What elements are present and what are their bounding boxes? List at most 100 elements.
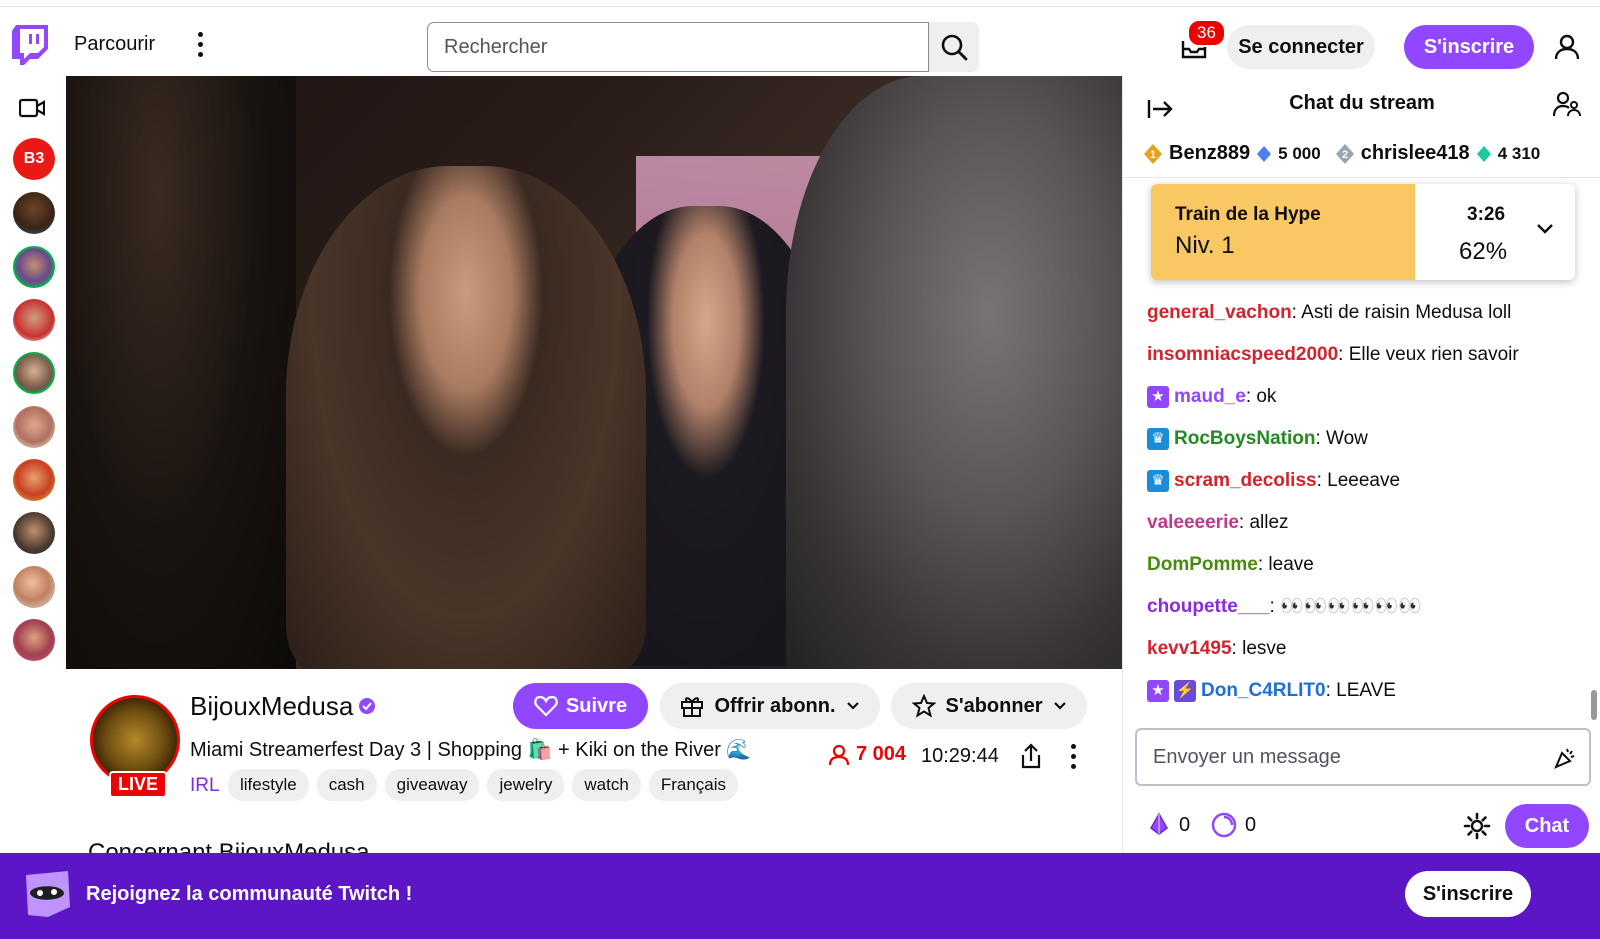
stream-tag[interactable]: giveaway	[384, 769, 480, 801]
diamond-icon	[1476, 145, 1491, 162]
more-options-icon[interactable]	[1068, 741, 1078, 771]
chat-message: insomniacspeed2000: Elle veux rien savoi…	[1147, 334, 1587, 376]
channel-points-icon	[1211, 812, 1237, 838]
chat-username[interactable]: maud_e	[1174, 376, 1246, 418]
hype-train-percent: 62%	[1459, 238, 1508, 265]
chat-username[interactable]: valeeeerie	[1147, 502, 1239, 544]
rank-2-icon: 2	[1335, 143, 1354, 164]
search-button[interactable]	[929, 22, 979, 72]
chat-username[interactable]: insomniacspeed2000	[1147, 334, 1338, 376]
bits-balance[interactable]: 0	[1147, 812, 1190, 838]
stream-info-panel: LIVE BijouxMedusa Suivre Offrir abonn. S…	[66, 669, 1122, 866]
viewer-count-value: 7 004	[856, 743, 907, 765]
channel-avatar[interactable]	[13, 246, 55, 288]
stream-tag[interactable]: lifestyle	[228, 769, 309, 801]
chat-username[interactable]: scram_decoliss	[1174, 460, 1317, 502]
share-icon[interactable]	[1019, 743, 1043, 769]
hype-train-label: Train de la Hype	[1175, 204, 1321, 225]
streamer-name[interactable]: BijouxMedusa	[190, 691, 353, 722]
search-icon	[941, 34, 968, 61]
chevron-down-icon	[846, 702, 859, 710]
live-badge: LIVE	[109, 771, 168, 798]
hype-train-level: Niv. 1	[1175, 232, 1235, 259]
chat-scrollbar[interactable]	[1591, 690, 1597, 720]
twitch-logo-icon[interactable]	[12, 25, 48, 65]
chat-footer: 0 0 Chat	[1123, 796, 1600, 852]
channel-avatar[interactable]	[13, 619, 55, 661]
chevron-down-icon	[1053, 702, 1066, 710]
subscribe-button[interactable]: S'abonner	[891, 683, 1087, 729]
signup-button[interactable]: S'inscrire	[1404, 25, 1534, 69]
viewer-count: 7 004	[828, 743, 906, 766]
chat-message: kevv1495: lesve	[1147, 628, 1587, 670]
hype-train-banner[interactable]: Train de la Hype Niv. 1 3:26 62%	[1151, 184, 1575, 280]
star-badge-icon[interactable]: ★	[1147, 680, 1169, 702]
chat-message-input[interactable]: Envoyer un message	[1135, 728, 1591, 786]
channel-avatar[interactable]	[13, 192, 55, 234]
chat-message: ♛ RocBoysNation: Wow	[1147, 418, 1587, 460]
gear-icon[interactable]	[1463, 812, 1491, 840]
rank-1-icon: 1	[1144, 143, 1162, 164]
chat-message-text: : ok	[1245, 386, 1277, 407]
chat-username[interactable]: general_vachon	[1147, 292, 1292, 334]
stream-tag[interactable]: jewelry	[487, 769, 565, 801]
channel-avatar[interactable]	[13, 406, 55, 448]
channel-avatar[interactable]: B3	[13, 138, 55, 180]
channel-avatar[interactable]	[13, 299, 55, 341]
login-button[interactable]: Se connecter	[1227, 25, 1375, 69]
crown-badge-icon[interactable]: ♛	[1147, 470, 1169, 492]
hype-train-timer: 3:26	[1467, 204, 1506, 225]
followed-channels-rail: B3	[0, 76, 66, 856]
party-emote-icon[interactable]	[1553, 746, 1577, 770]
stream-tag[interactable]: watch	[572, 769, 641, 801]
leaderboard-item[interactable]: 1 Benz889 5 000	[1143, 142, 1321, 165]
chat-username[interactable]: choupette___	[1147, 586, 1269, 628]
search-input[interactable]: Rechercher	[427, 22, 929, 72]
leaderboard-user: chrislee418	[1360, 142, 1470, 164]
video-figure	[286, 166, 646, 669]
subscribe-button-label: S'abonner	[945, 694, 1043, 717]
send-chat-button[interactable]: Chat	[1505, 804, 1589, 848]
bits-count: 0	[1179, 813, 1191, 836]
more-options-icon[interactable]	[190, 29, 210, 59]
stream-tag[interactable]: cash	[316, 769, 377, 801]
channel-avatar[interactable]	[13, 352, 55, 394]
category-link[interactable]: IRL	[190, 775, 220, 797]
community-icon[interactable]	[1553, 90, 1581, 118]
tag-list: lifestyle cash giveaway jewelry watch Françai…	[228, 769, 738, 801]
channel-avatar[interactable]	[13, 459, 55, 501]
browse-link[interactable]: Parcourir	[74, 33, 155, 56]
chat-message: ★ ⚡ Don_C4RLIT0: LEAVE	[1147, 670, 1587, 712]
chat-message-text: : leave	[1257, 554, 1314, 575]
video-camera-icon[interactable]	[19, 98, 45, 118]
leaderboard-user: Benz889	[1169, 142, 1251, 164]
bolt-badge-icon[interactable]: ⚡	[1174, 680, 1196, 702]
chat-username[interactable]: RocBoysNation	[1174, 418, 1315, 460]
channel-avatar[interactable]	[13, 512, 55, 554]
channel-points-balance[interactable]: 0	[1211, 812, 1256, 838]
chat-username[interactable]: DomPomme	[1147, 544, 1258, 586]
join-community-banner: Rejoignez la communauté Twitch ! S'inscr…	[0, 853, 1600, 939]
chat-username[interactable]: kevv1495	[1147, 628, 1232, 670]
svg-text:2: 2	[1342, 149, 1348, 161]
follow-button[interactable]: Suivre	[513, 683, 648, 729]
user-menu-icon[interactable]	[1553, 33, 1581, 61]
chat-message-text: : LEAVE	[1325, 680, 1396, 701]
chat-message: valeeeerie: allez	[1147, 502, 1587, 544]
glitch-mascot-icon	[26, 871, 70, 917]
chat-message: ♛ scram_decoliss: Leeeave	[1147, 460, 1587, 502]
bits-icon	[1150, 812, 1168, 835]
chat-message-text: : Leeeave	[1316, 470, 1401, 491]
banner-signup-button[interactable]: S'inscrire	[1405, 871, 1531, 917]
star-badge-icon[interactable]: ★	[1147, 386, 1169, 408]
leaderboard-item[interactable]: 2 chrislee418 4 310	[1335, 142, 1540, 165]
video-player[interactable]	[66, 76, 1122, 669]
gift-sub-button[interactable]: Offrir abonn.	[660, 683, 880, 729]
svg-text:1: 1	[1150, 149, 1156, 161]
channel-avatar[interactable]	[13, 566, 55, 608]
crown-badge-icon[interactable]: ♛	[1147, 428, 1169, 450]
chat-header: Chat du stream	[1123, 76, 1600, 126]
stream-tag[interactable]: Français	[648, 769, 738, 801]
chat-username[interactable]: Don_C4RLIT0	[1201, 670, 1326, 712]
chevron-down-icon[interactable]	[1535, 222, 1555, 236]
